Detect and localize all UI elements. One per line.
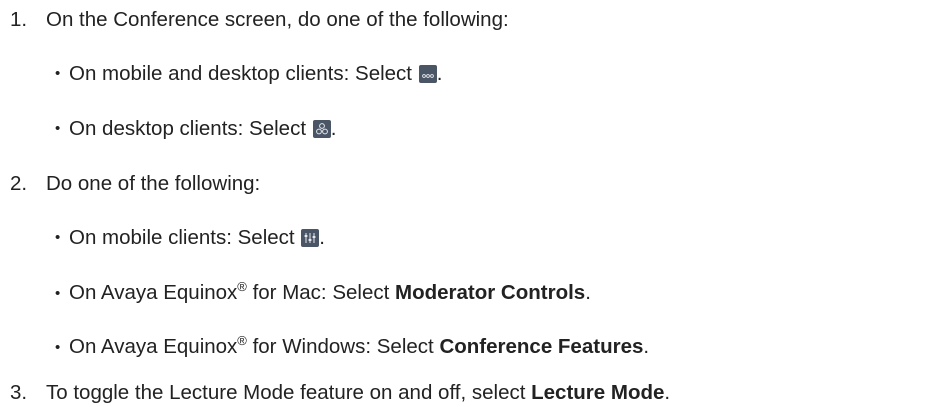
step-1-bullet-1: • On mobile and desktop clients: Select . bbox=[55, 62, 442, 86]
step-number: 1. bbox=[10, 8, 28, 31]
more-options-icon bbox=[418, 65, 437, 83]
step-number: 2. bbox=[10, 172, 28, 195]
menu-item-reference: Lecture Mode bbox=[531, 381, 665, 404]
step-2-bullet-2: • On Avaya Equinox® for Mac: Select Moder… bbox=[55, 279, 591, 306]
registered-mark: ® bbox=[237, 279, 247, 294]
menu-item-reference: Moderator Controls bbox=[395, 281, 586, 304]
bullet-suffix: . bbox=[585, 281, 591, 304]
step-2-bullet-1: • On mobile clients: Select . bbox=[55, 226, 325, 250]
bullet-marker: • bbox=[55, 120, 61, 137]
step-suffix: . bbox=[664, 381, 671, 404]
menu-item-reference: Conference Features bbox=[439, 335, 644, 358]
step-2: 2. Do one of the following: bbox=[10, 172, 260, 196]
step-number: 3. bbox=[10, 381, 28, 404]
participants-icon bbox=[312, 120, 331, 138]
bullet-text: On mobile clients: Select bbox=[69, 226, 301, 249]
step-text: Do one of the following: bbox=[46, 172, 261, 195]
step-text: To toggle the Lecture Mode feature on an… bbox=[46, 381, 532, 404]
bullet-suffix: . bbox=[330, 117, 337, 140]
bullet-suffix: . bbox=[436, 62, 443, 85]
bullet-marker: • bbox=[55, 339, 61, 356]
bullet-marker: • bbox=[55, 65, 61, 82]
bullet-marker: • bbox=[55, 229, 61, 246]
bullet-text: On Avaya Equinox bbox=[69, 335, 238, 358]
bullet-suffix: . bbox=[643, 335, 650, 358]
bullet-text-cont: for Windows: Select bbox=[246, 335, 440, 358]
step-3: 3. To toggle the Lecture Mode feature on … bbox=[10, 381, 670, 405]
bullet-text: On Avaya Equinox bbox=[69, 281, 238, 304]
step-1: 1. On the Conference screen, do one of th… bbox=[10, 8, 509, 32]
step-text: On the Conference screen, do one of the … bbox=[46, 8, 509, 31]
bullet-marker: • bbox=[55, 285, 61, 302]
bullet-text: On mobile and desktop clients: Select bbox=[69, 62, 418, 85]
registered-mark: ® bbox=[237, 333, 247, 348]
bullet-text: On desktop clients: Select bbox=[69, 117, 312, 140]
bullet-text-cont: for Mac: Select bbox=[246, 281, 395, 304]
step-1-bullet-2: • On desktop clients: Select . bbox=[55, 117, 336, 141]
step-2-bullet-3: • On Avaya Equinox® for Windows: Select C… bbox=[55, 333, 650, 360]
moderator-controls-icon bbox=[301, 229, 320, 247]
bullet-suffix: . bbox=[319, 226, 325, 249]
